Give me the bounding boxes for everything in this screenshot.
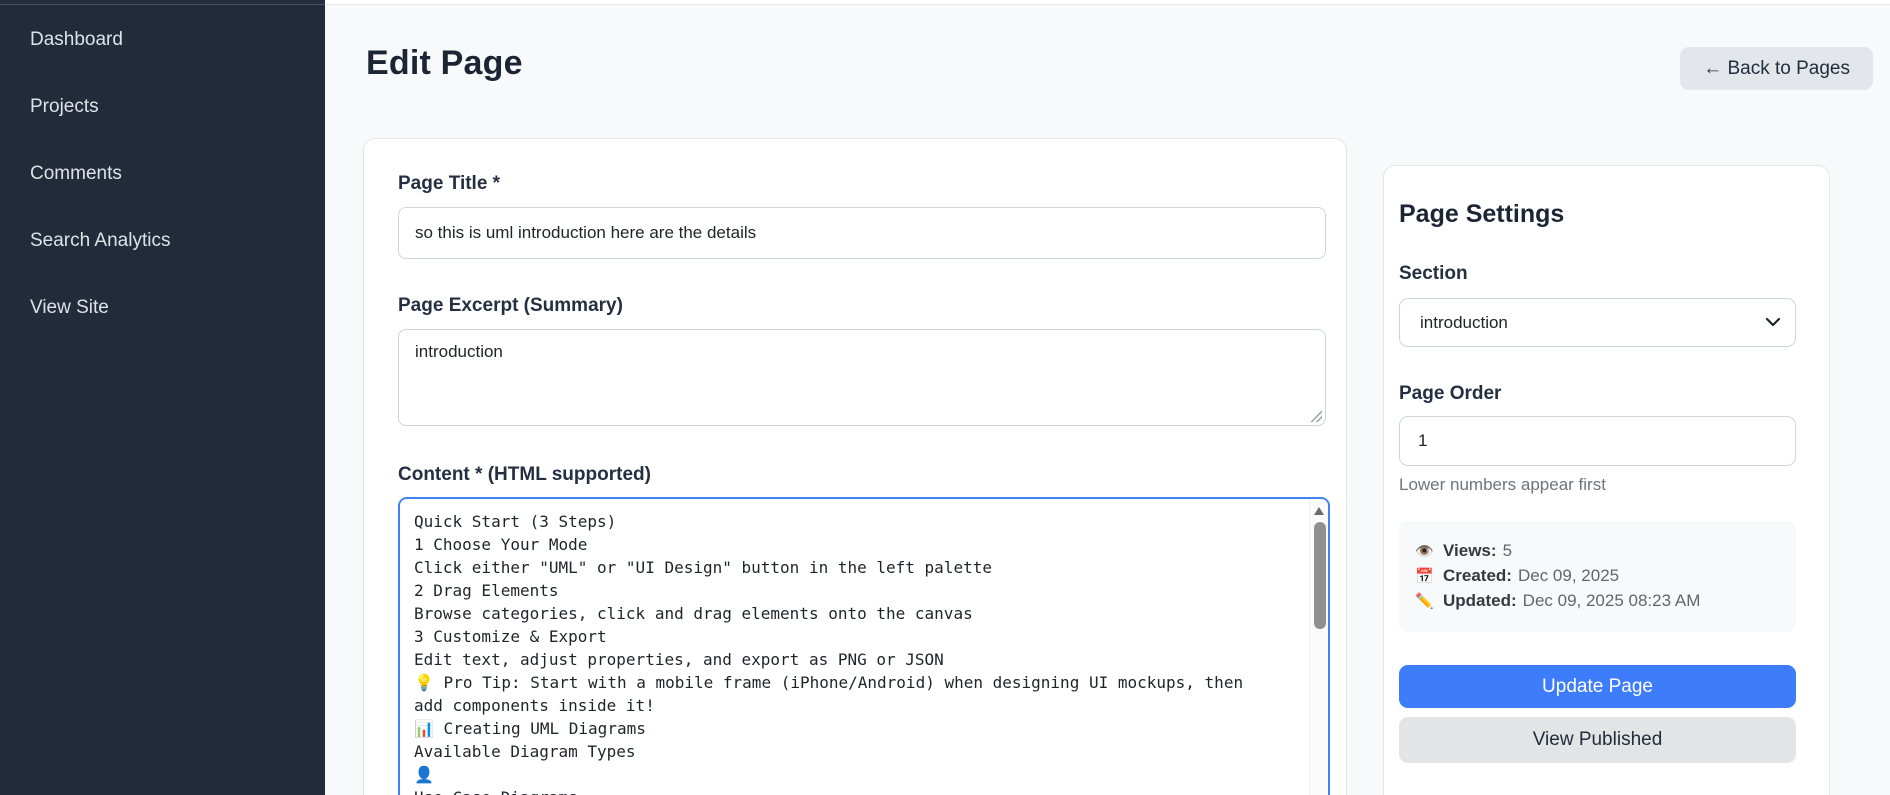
textarea-resize-handle-icon[interactable] bbox=[1309, 409, 1322, 422]
eye-icon: 👁️ bbox=[1415, 543, 1434, 560]
created-stat-label: Created: bbox=[1443, 566, 1512, 585]
views-stat-row: 👁️ Views: 5 bbox=[1415, 539, 1780, 564]
top-navbar-strip-dark bbox=[0, 0, 325, 5]
page-stats-box: 👁️ Views: 5 📅 Created: Dec 09, 2025 ✏️ U… bbox=[1399, 521, 1796, 632]
page-title-input[interactable] bbox=[398, 207, 1326, 259]
page-excerpt-label: Page Excerpt (Summary) bbox=[398, 295, 623, 316]
section-select-group: introduction bbox=[1399, 298, 1796, 347]
content-textarea[interactable]: Quick Start (3 Steps) 1 Choose Your Mode… bbox=[400, 499, 1305, 795]
page-settings-card: Page Settings Section introduction Page … bbox=[1383, 165, 1830, 795]
update-page-button[interactable]: Update Page bbox=[1399, 665, 1796, 708]
sidebar-item-dashboard[interactable]: Dashboard bbox=[0, 6, 325, 73]
content-scrollbar[interactable] bbox=[1309, 499, 1328, 795]
sidebar: Dashboard Projects Comments Search Analy… bbox=[0, 0, 325, 795]
top-navbar-strip-light bbox=[325, 0, 1890, 5]
view-published-button[interactable]: View Published bbox=[1399, 717, 1796, 763]
scrollbar-thumb[interactable] bbox=[1313, 522, 1326, 629]
content-editor-box: Quick Start (3 Steps) 1 Choose Your Mode… bbox=[398, 497, 1330, 795]
page-order-help-text: Lower numbers appear first bbox=[1399, 475, 1606, 494]
pencil-icon: ✏️ bbox=[1415, 593, 1434, 610]
page-settings-title: Page Settings bbox=[1399, 200, 1565, 228]
updated-stat-row: ✏️ Updated: Dec 09, 2025 08:23 AM bbox=[1415, 589, 1780, 614]
sidebar-item-search-analytics[interactable]: Search Analytics bbox=[0, 207, 325, 274]
content-label: Content * (HTML supported) bbox=[398, 464, 651, 485]
created-stat-value: Dec 09, 2025 bbox=[1517, 566, 1620, 585]
page-title-field-group: Page Title * bbox=[398, 173, 1326, 259]
scrollbar-up-arrow-icon[interactable] bbox=[1314, 507, 1324, 515]
updated-stat-value: Dec 09, 2025 08:23 AM bbox=[1522, 591, 1701, 610]
sidebar-item-projects[interactable]: Projects bbox=[0, 73, 325, 140]
updated-stat-label: Updated: bbox=[1443, 591, 1517, 610]
created-stat-row: 📅 Created: Dec 09, 2025 bbox=[1415, 564, 1780, 589]
views-stat-label: Views: bbox=[1443, 541, 1497, 560]
section-select[interactable]: introduction bbox=[1399, 298, 1796, 347]
page-title-label: Page Title * bbox=[398, 173, 501, 194]
page-title: Edit Page bbox=[366, 44, 523, 82]
page-excerpt-textarea[interactable]: introduction bbox=[398, 329, 1326, 426]
edit-form-card: Page Title * Page Excerpt (Summary) intr… bbox=[363, 138, 1347, 795]
page-order-label: Page Order bbox=[1399, 383, 1502, 404]
page-excerpt-field-group: introduction bbox=[398, 329, 1326, 426]
page-order-input[interactable] bbox=[1399, 416, 1796, 466]
back-to-pages-button[interactable]: ← Back to Pages bbox=[1680, 47, 1873, 90]
sidebar-item-view-site[interactable]: View Site bbox=[0, 274, 325, 341]
sidebar-item-comments[interactable]: Comments bbox=[0, 140, 325, 207]
section-label: Section bbox=[1399, 263, 1468, 284]
calendar-icon: 📅 bbox=[1415, 568, 1434, 585]
views-stat-value: 5 bbox=[1502, 541, 1513, 560]
